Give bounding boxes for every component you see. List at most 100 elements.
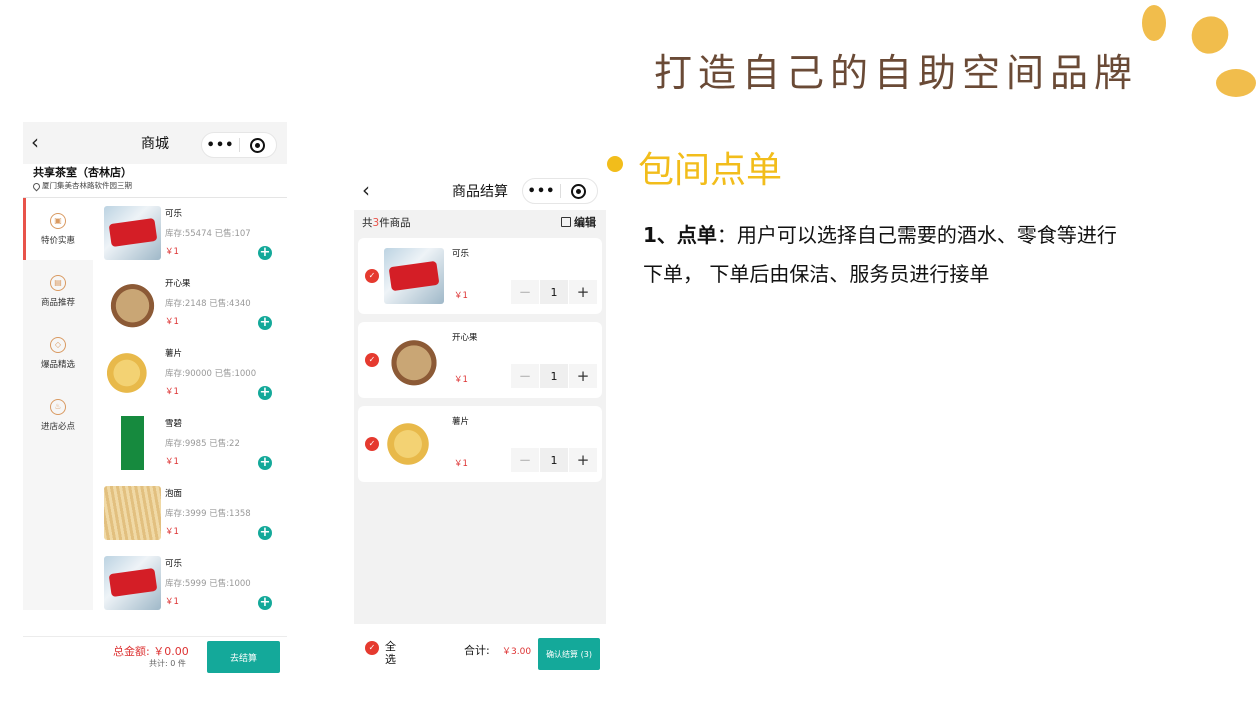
quantity-stepper: − 1 + <box>511 448 597 472</box>
slide-title: 打造自己的自助空间品牌 <box>654 51 1139 95</box>
shop-nav-title: 商城 <box>141 136 169 152</box>
cart-count-suffix: 件商品 <box>379 216 411 229</box>
category-label: 特价实惠 <box>40 235 75 246</box>
cart-item: ✓ 薯片 ￥1 − 1 + <box>358 406 602 482</box>
checkbox-checked-icon[interactable]: ✓ <box>365 353 379 367</box>
product-stock: 库存:90000 已售:1000 <box>165 369 257 379</box>
category-item-进店必点[interactable]: ♨ 进店必点 <box>23 384 93 446</box>
quantity-value[interactable]: 1 <box>540 364 568 388</box>
decor-dot <box>1142 5 1166 41</box>
edit-button[interactable]: 编辑 <box>561 214 596 230</box>
description-bold: 1、点单 <box>643 223 717 247</box>
product-price: ￥1 <box>165 457 179 467</box>
chevron-left-icon[interactable]: ‹ <box>31 131 53 153</box>
product-name: 雪碧 <box>165 419 183 429</box>
close-target-icon[interactable] <box>561 183 597 199</box>
product-image-chips <box>104 346 161 400</box>
add-to-cart-icon[interactable]: + <box>258 246 272 260</box>
cart-item-price: ￥1 <box>454 459 468 469</box>
shop-screen: ‹ 商城 ••• 共享茶室（杏林店） 厦门集美杏林路软件园三期 ▣ 特价实惠 ▤… <box>23 122 287 680</box>
more-icon[interactable]: ••• <box>202 138 239 153</box>
product-item[interactable]: 薯片 库存:90000 已售:1000 ￥1 + <box>93 338 287 408</box>
product-price: ￥1 <box>165 527 179 537</box>
add-to-cart-icon[interactable]: + <box>258 316 272 330</box>
quantity-value[interactable]: 1 <box>540 280 568 304</box>
sum-value: ￥3.00 <box>502 647 532 657</box>
cart-count-prefix: 共 <box>362 216 373 229</box>
decor-dot <box>1184 9 1236 61</box>
increment-button[interactable]: + <box>569 364 597 388</box>
product-item[interactable]: 开心果 库存:2148 已售:4340 ￥1 + <box>93 268 287 338</box>
more-icon[interactable]: ••• <box>523 184 560 199</box>
product-name: 可乐 <box>165 559 183 569</box>
select-all-label[interactable]: 全选 <box>385 640 397 666</box>
cart-item: ✓ 可乐 ￥1 − 1 + <box>358 238 602 314</box>
shop-header: 共享茶室（杏林店） 厦门集美杏林路软件园三期 <box>23 164 287 198</box>
product-item[interactable]: 可乐 库存:55474 已售:107 ￥1 + <box>93 198 287 268</box>
decrement-button[interactable]: − <box>511 280 539 304</box>
quantity-stepper: − 1 + <box>511 364 597 388</box>
product-stock: 库存:2148 已售:4340 <box>165 299 251 309</box>
add-to-cart-icon[interactable]: + <box>258 456 272 470</box>
shop-address: 厦门集美杏林路软件园三期 <box>31 180 277 192</box>
cart-header: 共3件商品 编辑 <box>354 210 606 234</box>
select-all-checkbox-icon[interactable]: ✓ <box>365 641 379 655</box>
product-name: 可乐 <box>165 209 183 219</box>
mini-program-capsule: ••• <box>522 178 598 204</box>
increment-button[interactable]: + <box>569 448 597 472</box>
product-image-cola <box>104 556 161 610</box>
checkbox-checked-icon[interactable]: ✓ <box>365 269 379 283</box>
product-item[interactable]: 可乐 库存:5999 已售:1000 ￥1 + <box>93 548 287 610</box>
decrement-button[interactable]: − <box>511 448 539 472</box>
product-price: ￥1 <box>165 317 179 327</box>
close-target-icon[interactable] <box>240 137 276 153</box>
category-label: 爆品精选 <box>40 359 75 370</box>
category-sidebar: ▣ 特价实惠 ▤ 商品推荐 ◇ 爆品精选 ♨ 进店必点 <box>23 198 93 610</box>
edit-label: 编辑 <box>574 216 596 229</box>
category-label: 进店必点 <box>40 421 75 432</box>
product-stock: 库存:5999 已售:1000 <box>165 579 251 589</box>
add-to-cart-icon[interactable]: + <box>258 526 272 540</box>
add-to-cart-icon[interactable]: + <box>258 596 272 610</box>
product-image-pistachio <box>104 276 161 330</box>
product-price: ￥1 <box>165 247 179 257</box>
product-item[interactable]: 雪碧 库存:9985 已售:22 ￥1 + <box>93 408 287 478</box>
chevron-left-icon[interactable]: ‹ <box>362 179 384 201</box>
bullet-dot <box>607 156 623 172</box>
decrement-button[interactable]: − <box>511 364 539 388</box>
cart-image-chips <box>384 416 444 472</box>
sum-label: 合计: <box>464 644 490 657</box>
cart-navbar: ‹ 商品结算 ••• <box>354 172 606 210</box>
cart-item-name: 可乐 <box>452 249 470 259</box>
shop-footer: 总金额: ￥0.00 共计: 0 件 去结算 <box>23 636 287 680</box>
shop-name: 共享茶室（杏林店） <box>33 166 132 179</box>
shop-address-text: 厦门集美杏林路软件园三期 <box>42 181 132 190</box>
product-item[interactable]: 泡面 库存:3999 已售:1358 ￥1 + <box>93 478 287 548</box>
product-image-sprite <box>104 416 161 470</box>
increment-button[interactable]: + <box>569 280 597 304</box>
product-list: 可乐 库存:55474 已售:107 ￥1 + 开心果 库存:2148 已售:4… <box>93 198 287 610</box>
category-item-商品推荐[interactable]: ▤ 商品推荐 <box>23 260 93 322</box>
location-pin-icon <box>31 181 42 191</box>
checkbox-checked-icon[interactable]: ✓ <box>365 437 379 451</box>
quantity-value[interactable]: 1 <box>540 448 568 472</box>
product-price: ￥1 <box>165 387 179 397</box>
category-item-爆品精选[interactable]: ◇ 爆品精选 <box>23 322 93 384</box>
cart-count: 共3件商品 <box>362 215 411 230</box>
cart-item-price: ￥1 <box>454 291 468 301</box>
cart-item-name: 开心果 <box>452 333 478 343</box>
category-item-特价实惠[interactable]: ▣ 特价实惠 <box>23 198 93 260</box>
decor-dot <box>1216 69 1256 97</box>
diamond-icon: ◇ <box>50 336 66 353</box>
cart-footer: ✓ 全选 合计: ￥3.00 确认结算 (3) <box>354 624 606 674</box>
cart-item: ✓ 开心果 ￥1 − 1 + <box>358 322 602 398</box>
edit-icon <box>561 217 571 227</box>
cart-screen: ‹ 商品结算 ••• 共3件商品 编辑 ✓ 可乐 ￥1 − 1 + ✓ 开心果 … <box>354 172 606 674</box>
shop-body: ▣ 特价实惠 ▤ 商品推荐 ◇ 爆品精选 ♨ 进店必点 可乐 库存:55474 … <box>23 198 287 610</box>
cart-item-price: ￥1 <box>454 375 468 385</box>
add-to-cart-icon[interactable]: + <box>258 386 272 400</box>
confirm-checkout-button[interactable]: 确认结算 (3) <box>538 638 600 670</box>
product-stock: 库存:3999 已售:1358 <box>165 509 251 519</box>
checkout-button[interactable]: 去结算 <box>207 641 280 673</box>
slide: 打造自己的自助空间品牌 ‹ 商城 ••• 共享茶室（杏林店） 厦门集美杏林路软件… <box>0 0 1256 710</box>
